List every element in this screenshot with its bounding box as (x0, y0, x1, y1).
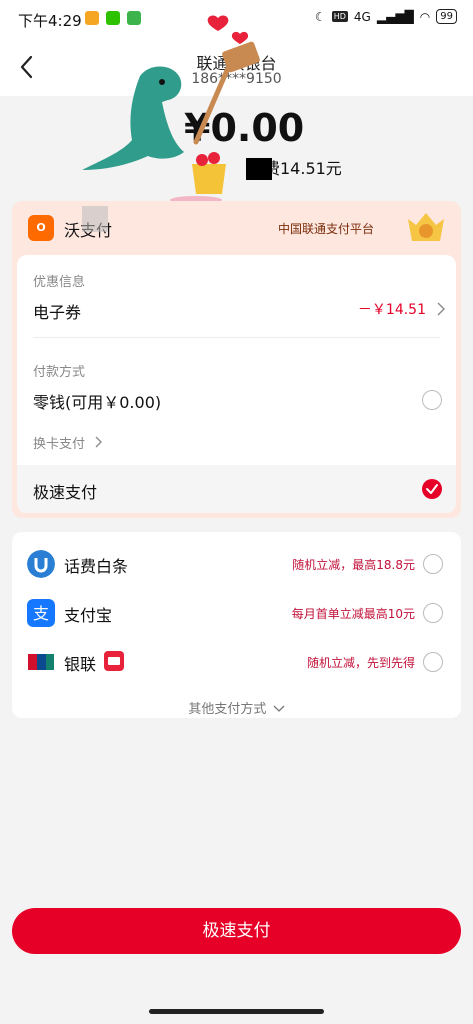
baitiao-icon (27, 550, 55, 578)
wo-pay-details: 优惠信息 电子券 －￥14.51 付款方式 零钱(可用￥0.00) 换卡支付 极… (17, 255, 456, 513)
redaction-mask (82, 206, 108, 232)
svg-text:支: 支 (33, 604, 49, 623)
fast-pay-option[interactable]: 极速支付 (17, 465, 456, 513)
chevron-down-icon (273, 705, 285, 712)
unionpay-icon (28, 654, 54, 670)
wifi-icon: ◠ (419, 9, 431, 24)
dinosaur-sticker-image (82, 15, 260, 204)
home-indicator (149, 1009, 324, 1014)
cloud-quickpass-icon (104, 651, 124, 671)
payment-option-row[interactable]: 支 支付宝 每月首单立减最高10元 (12, 589, 461, 637)
coupon-label[interactable]: 电子券 (33, 299, 81, 323)
wo-pay-logo-icon: O (28, 215, 54, 241)
switch-card-link[interactable]: 换卡支付 (33, 433, 103, 452)
payment-option-promo: 随机立减，最高18.8元 (292, 558, 415, 572)
payment-option-row[interactable]: 话费白条 随机立减，最高18.8元 (12, 540, 461, 588)
fast-pay-button[interactable]: 极速支付 (12, 908, 461, 954)
payment-method-label: 付款方式 (33, 365, 86, 380)
more-payment-methods[interactable]: 其他支付方式 (12, 698, 461, 717)
balance-option-label[interactable]: 零钱(可用￥0.00) (33, 389, 161, 413)
coupon-value[interactable]: －￥14.51 (358, 299, 426, 319)
switch-card-label: 换卡支付 (33, 437, 86, 452)
payment-option-radio[interactable] (423, 554, 443, 574)
fast-pay-label: 极速支付 (33, 483, 98, 502)
status-time: 下午4:29 (18, 12, 82, 30)
payment-option-name: 银联 (64, 655, 97, 674)
network-type: 4G (353, 9, 371, 24)
chevron-right-icon[interactable] (436, 302, 446, 316)
status-right-icons: ☾ HD 4G ▂▄▆█ ◠ 99 (315, 9, 457, 24)
payment-option-promo: 每月首单立减最高10元 (291, 607, 415, 621)
payment-option-row[interactable]: 银联 随机立减，先到先得 (12, 638, 461, 686)
payment-option-name: 话费白条 (64, 557, 129, 576)
discount-section-label: 优惠信息 (33, 275, 86, 290)
chevron-right-icon (95, 436, 103, 448)
payment-option-name: 支付宝 (64, 606, 113, 625)
more-payment-methods-label: 其他支付方式 (188, 702, 267, 717)
unicom-medal-icon (408, 213, 444, 241)
payment-option-radio[interactable] (423, 652, 443, 672)
checkmark-selected-icon[interactable] (422, 479, 442, 499)
hd-icon: HD (331, 11, 348, 22)
signal-icon: ▂▄▆█ (376, 9, 414, 24)
divider (33, 337, 440, 338)
moon-icon: ☾ (314, 9, 326, 24)
alipay-icon: 支 (27, 599, 55, 627)
balance-radio[interactable] (422, 390, 442, 410)
platform-label: 中国联通支付平台 (278, 222, 375, 236)
payment-option-promo: 随机立减，先到先得 (306, 656, 415, 670)
payment-options-card: 话费白条 随机立减，最高18.8元 支 支付宝 每月首单立减最高10元 银联 随… (12, 532, 461, 718)
payment-option-radio[interactable] (423, 603, 443, 623)
battery-icon: 99 (436, 9, 457, 24)
wo-pay-card: O 沃支付 中国联通支付平台 优惠信息 电子券 －￥14.51 付款方式 零钱(… (12, 201, 461, 518)
